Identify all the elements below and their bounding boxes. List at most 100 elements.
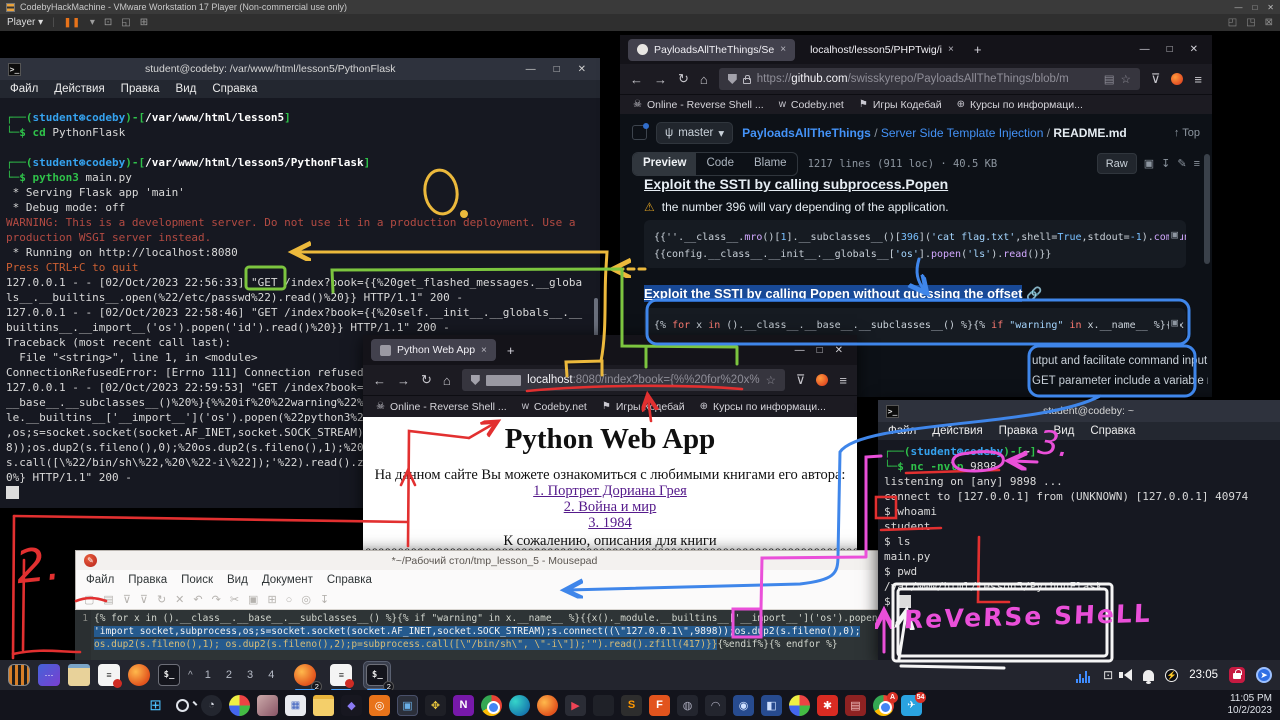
forward-button[interactable]: → [397,373,410,388]
fullscreen-button[interactable]: ◱ [121,17,130,28]
undo-icon[interactable]: ↶ [193,593,202,606]
edit-icon[interactable]: ✎ [1177,157,1186,170]
vm-minimize-button[interactable]: — [1234,3,1242,12]
tab-preview[interactable]: Preview [633,153,696,175]
menu-item[interactable]: Файл [888,425,916,437]
volume-icon[interactable] [1124,669,1132,681]
minimize-button[interactable]: — [520,64,542,75]
heading-popen-no-offset[interactable]: Exploit the SSTI by calling Popen withou… [644,286,1042,302]
tab-python-web-app[interactable]: Python Web App × [371,339,496,361]
tracking-shield-icon[interactable] [471,375,480,385]
page-scrollbar[interactable] [1204,154,1210,264]
bookmark-star-icon[interactable]: ☆ [1121,72,1131,86]
vm-detach-icon[interactable]: ⊠ [1265,17,1273,28]
url-bar[interactable]: localhost:8080/index?book={%%20for%20x% … [462,369,785,391]
file-explorer-icon[interactable] [313,695,334,716]
paint-app-icon[interactable] [789,695,810,716]
updates-icon[interactable]: ➤ [1256,667,1272,683]
pocket-icon[interactable]: ⊽ [1151,71,1161,87]
bookmark-item[interactable]: ⚑ Игры Кодебай [859,99,942,111]
power-manager-icon[interactable]: ⚡ [1165,669,1178,682]
reload-icon[interactable]: ↻ [157,593,166,606]
bookmark-item[interactable]: w Codeby.net [779,99,844,111]
vm-maximize-button[interactable]: □ [1252,3,1257,12]
file-manager-icon[interactable] [68,664,90,686]
download-icon[interactable]: ↧ [1161,157,1170,170]
display-icon[interactable]: ⊡ [1103,668,1113,682]
url-bar[interactable]: https://github.com/swisskyrepo/PayloadsA… [719,68,1140,90]
pocket-icon[interactable]: ⊽ [796,372,806,388]
open-file-icon[interactable]: ▤ [103,593,113,606]
keepass-lock-icon[interactable] [1229,667,1245,683]
sublime-app-icon[interactable]: S [621,695,642,716]
cut-icon[interactable]: ✂ [230,593,239,606]
onenote-app-icon[interactable]: N [453,695,474,716]
menu-item[interactable]: Вид [1054,425,1075,437]
photos-app-icon[interactable] [257,695,278,716]
show-desktop-icon[interactable]: ⋯ [38,664,60,686]
copy-icon[interactable]: ▣ [248,593,258,606]
calendar-app-icon[interactable]: ▦ [285,695,306,716]
menu-item[interactable]: Файл [10,83,38,95]
search-replace-icon[interactable]: ◎ [301,593,311,606]
go-to-icon[interactable]: ↧ [320,593,329,606]
bookmark-item[interactable]: w Codeby.net [522,401,587,413]
close-tab-icon[interactable]: × [481,345,487,356]
terminal-titlebar[interactable]: >_ student@codeby: /var/www/html/lesson5… [0,58,600,80]
terminal-launcher-icon[interactable]: $_ [158,664,180,686]
menu-item[interactable]: Поиск [181,574,213,586]
close-tab-icon[interactable]: × [780,44,786,55]
code-app-icon[interactable]: ◧ [761,695,782,716]
menu-item[interactable]: Вид [227,574,248,586]
close-button[interactable]: ✕ [835,345,843,356]
panel-expander[interactable]: ^ [188,670,193,681]
home-button[interactable]: ⌂ [700,72,708,87]
back-button[interactable]: ← [630,72,643,87]
home-button[interactable]: ⌂ [443,373,451,388]
tracking-shield-icon[interactable] [728,74,737,84]
firefox-launcher-icon[interactable] [128,664,150,686]
forward-button[interactable]: → [654,72,667,87]
vmware-titlebar[interactable]: CodebyHackMachine - VMware Workstation 1… [0,0,1280,14]
tab-localhost-phptwig[interactable]: localhost/lesson5/PHPTwig/i × [801,39,963,61]
search-icon[interactable]: ○ [286,594,293,606]
book-link[interactable]: 1. Портрет Дориана Грея [363,483,857,499]
terminal-titlebar[interactable]: >_ student@codeby: ~ [878,400,1280,422]
fl-studio-app-icon[interactable] [593,695,614,716]
vm-display-icon[interactable]: ◳ [1246,17,1255,28]
edge-browser-icon[interactable] [509,695,530,716]
copy-code-icon[interactable]: ▣ [1169,226,1180,243]
kali-menu-icon[interactable] [8,664,30,686]
obsidian-app-icon[interactable]: ◆ [341,695,362,716]
maximize-button[interactable]: □ [1167,44,1173,55]
tab-blame[interactable]: Blame [744,153,797,175]
clock[interactable]: 23:05 [1189,669,1218,681]
extension-icon[interactable] [816,374,828,386]
outline-icon[interactable]: ≡ [1194,158,1200,170]
reload-button[interactable]: ↻ [421,372,432,388]
toolbox-app-icon[interactable]: ▤ [845,695,866,716]
new-file-icon[interactable]: ▢ [84,593,94,606]
book-link[interactable]: 3. 1984 [363,515,857,531]
suspend-vm-button[interactable]: ❚❚ [64,17,81,28]
discord-app-icon[interactable]: ◉ [733,695,754,716]
firefox-browser-icon[interactable] [537,695,558,716]
firefox-window-button[interactable]: 2 [292,662,318,688]
code-block-1[interactable]: {{''.__class__.mro()[1].__subclasses__()… [644,220,1186,268]
cpu-graph[interactable] [1076,667,1092,683]
copy-code-icon[interactable]: ▣ [1169,314,1180,331]
settings-red-app-icon[interactable]: ✱ [817,695,838,716]
windows-clock[interactable]: 11:05 PM 10/2/2023 [1228,693,1280,717]
close-button[interactable]: ✕ [572,64,592,75]
search-button[interactable] [173,695,194,716]
tab-payloadsallthethings[interactable]: PayloadsAllTheThings/Se × [628,39,795,61]
bookmark-item[interactable]: ⊕ Курсы по информаци... [957,99,1083,111]
branch-selector[interactable]: ψ master ▾ [656,122,733,144]
new-tab-button[interactable]: + [502,343,520,358]
performance-app-icon[interactable]: ◔ [201,695,222,716]
bookmark-item[interactable]: ⊕ Курсы по информаци... [700,401,826,413]
tab-code[interactable]: Code [696,153,744,175]
chrome-browser-icon[interactable] [481,695,502,716]
breadcrumb-repo-link[interactable]: PayloadsAllTheThings [742,126,871,140]
player-menu[interactable]: Player ▾ [7,17,43,28]
